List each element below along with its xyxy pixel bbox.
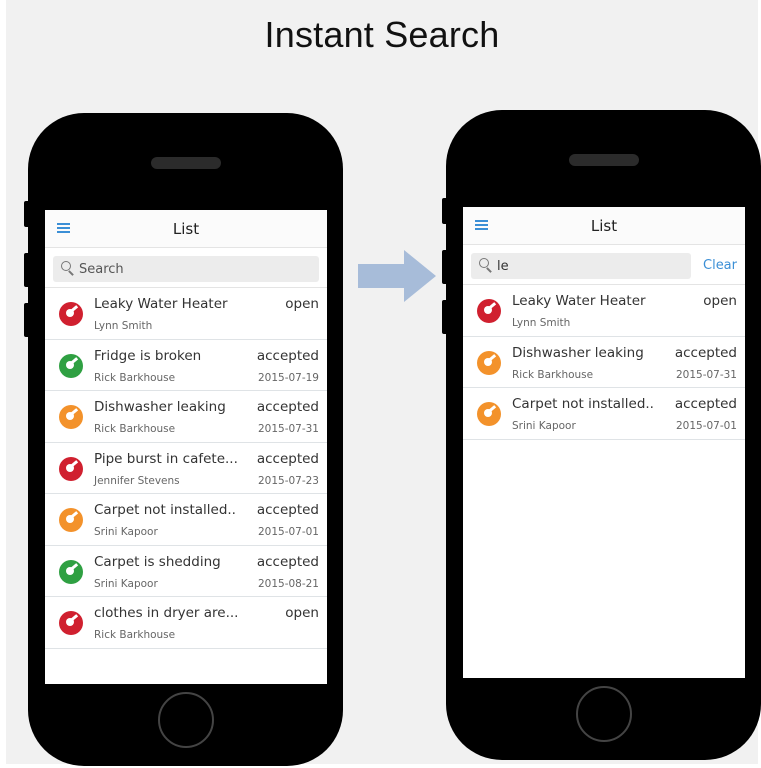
item-date: 2015-07-01 bbox=[257, 526, 319, 538]
right-screen: List Clear Leaky Water Heater Lynn Smith o… bbox=[463, 207, 745, 678]
item-assignee: Rick Barkhouse bbox=[512, 368, 594, 381]
item-status: open bbox=[285, 605, 319, 621]
list-item[interactable]: Leaky Water Heater Lynn Smith open bbox=[463, 285, 745, 337]
item-title: Dishwasher leaking bbox=[94, 399, 226, 415]
item-status: accepted bbox=[256, 399, 319, 415]
right-arrow-icon bbox=[358, 250, 436, 302]
list-item[interactable]: Fridge is broken Rick Barkhouse accepted 20… bbox=[45, 340, 327, 391]
item-assignee: Rick Barkhouse bbox=[94, 629, 176, 641]
search-box[interactable] bbox=[471, 253, 691, 279]
mute-switch bbox=[24, 201, 31, 227]
header-title: List bbox=[172, 220, 200, 238]
list-item[interactable]: Leaky Water Heater Lynn Smith open bbox=[45, 288, 327, 340]
volume-up-button bbox=[442, 250, 449, 284]
search-icon bbox=[61, 261, 75, 276]
volume-down-button bbox=[442, 300, 449, 334]
item-title: Carpet not installed.. bbox=[512, 396, 654, 412]
mute-switch bbox=[442, 198, 449, 224]
search-input[interactable] bbox=[79, 259, 313, 279]
item-title: Carpet not installed.. bbox=[94, 502, 236, 518]
home-button[interactable] bbox=[157, 692, 214, 748]
item-title: Leaky Water Heater bbox=[94, 296, 228, 312]
list-item[interactable]: Carpet not installed.. Srini Kapoor accept… bbox=[463, 388, 745, 440]
search-row bbox=[45, 248, 327, 288]
clear-button[interactable]: Clear bbox=[703, 258, 737, 273]
gauge-icon bbox=[59, 559, 83, 584]
item-date: 2015-07-01 bbox=[675, 420, 737, 432]
item-assignee: Srini Kapoor bbox=[512, 420, 576, 432]
item-date: 2015-07-31 bbox=[675, 368, 737, 381]
header-title: List bbox=[590, 217, 618, 235]
item-title: clothes in dryer are... bbox=[94, 605, 239, 621]
item-assignee: Rick Barkhouse bbox=[94, 371, 176, 384]
item-status: open bbox=[703, 293, 737, 309]
item-title: Pipe burst in cafete... bbox=[94, 450, 238, 467]
gauge-icon bbox=[477, 299, 501, 323]
item-status: accepted bbox=[256, 347, 319, 364]
item-assignee: Srini Kapoor bbox=[94, 577, 158, 590]
list-item[interactable]: clothes in dryer are... Rick Barkhouse ope… bbox=[45, 597, 327, 649]
gauge-icon bbox=[477, 402, 501, 426]
gauge-icon bbox=[59, 456, 83, 481]
slide: Instant Search List Leaky Water Heater Ly… bbox=[6, 0, 761, 766]
item-assignee: Srini Kapoor bbox=[94, 526, 158, 538]
item-title: Dishwasher leaking bbox=[512, 344, 644, 361]
app-header: List bbox=[463, 207, 745, 245]
volume-down-button bbox=[24, 303, 31, 337]
item-assignee: Jennifer Stevens bbox=[94, 474, 180, 487]
left-screen: List Leaky Water Heater Lynn Smith open Fri… bbox=[45, 210, 327, 684]
item-title: Fridge is broken bbox=[94, 347, 202, 364]
gauge-icon bbox=[59, 405, 83, 429]
item-status: accepted bbox=[256, 553, 319, 570]
right-phone: List Clear Leaky Water Heater Lynn Smith o… bbox=[442, 110, 761, 760]
gauge-icon bbox=[477, 350, 501, 375]
item-status: open bbox=[285, 296, 319, 312]
speaker-grille bbox=[568, 154, 639, 166]
item-assignee: Lynn Smith bbox=[512, 317, 571, 329]
slide-title: Instant Search bbox=[264, 14, 500, 55]
item-assignee: Rick Barkhouse bbox=[94, 423, 176, 435]
gauge-icon bbox=[59, 302, 83, 326]
item-date: 2015-07-19 bbox=[257, 371, 319, 384]
item-title: Leaky Water Heater bbox=[512, 293, 646, 309]
gauge-icon bbox=[59, 611, 83, 635]
home-button[interactable] bbox=[575, 686, 632, 742]
issue-list: Leaky Water Heater Lynn Smith open Fridge i… bbox=[45, 288, 327, 649]
item-assignee: Lynn Smith bbox=[94, 320, 153, 332]
search-row: Clear bbox=[463, 245, 745, 285]
left-phone: List Leaky Water Heater Lynn Smith open Fri… bbox=[24, 113, 343, 766]
app-header: List bbox=[45, 210, 327, 248]
speaker-grille bbox=[150, 157, 221, 169]
issue-list: Leaky Water Heater Lynn Smith open Dishwash… bbox=[463, 285, 745, 440]
search-box[interactable] bbox=[53, 256, 319, 282]
search-input[interactable] bbox=[497, 256, 685, 276]
volume-up-button bbox=[24, 253, 31, 287]
list-item[interactable]: Carpet is shedding Srini Kapoor accepted 20… bbox=[45, 546, 327, 597]
item-status: accepted bbox=[674, 396, 737, 412]
list-item[interactable]: Carpet not installed.. Srini Kapoor accept… bbox=[45, 494, 327, 546]
item-date: 2015-07-23 bbox=[257, 474, 319, 487]
search-icon bbox=[479, 258, 493, 273]
gauge-icon bbox=[59, 353, 83, 378]
list-item[interactable]: Dishwasher leaking Rick Barkhouse accepted… bbox=[463, 337, 745, 388]
item-status: accepted bbox=[674, 344, 737, 361]
item-status: accepted bbox=[256, 450, 319, 467]
item-title: Carpet is shedding bbox=[94, 553, 221, 570]
list-item[interactable]: Pipe burst in cafete... Jennifer Stevens a… bbox=[45, 443, 327, 494]
item-date: 2015-07-31 bbox=[257, 423, 319, 435]
item-status: accepted bbox=[256, 502, 319, 518]
list-item[interactable]: Dishwasher leaking Rick Barkhouse accepted… bbox=[45, 391, 327, 443]
gauge-icon bbox=[59, 508, 83, 532]
item-date: 2015-08-21 bbox=[257, 577, 319, 590]
